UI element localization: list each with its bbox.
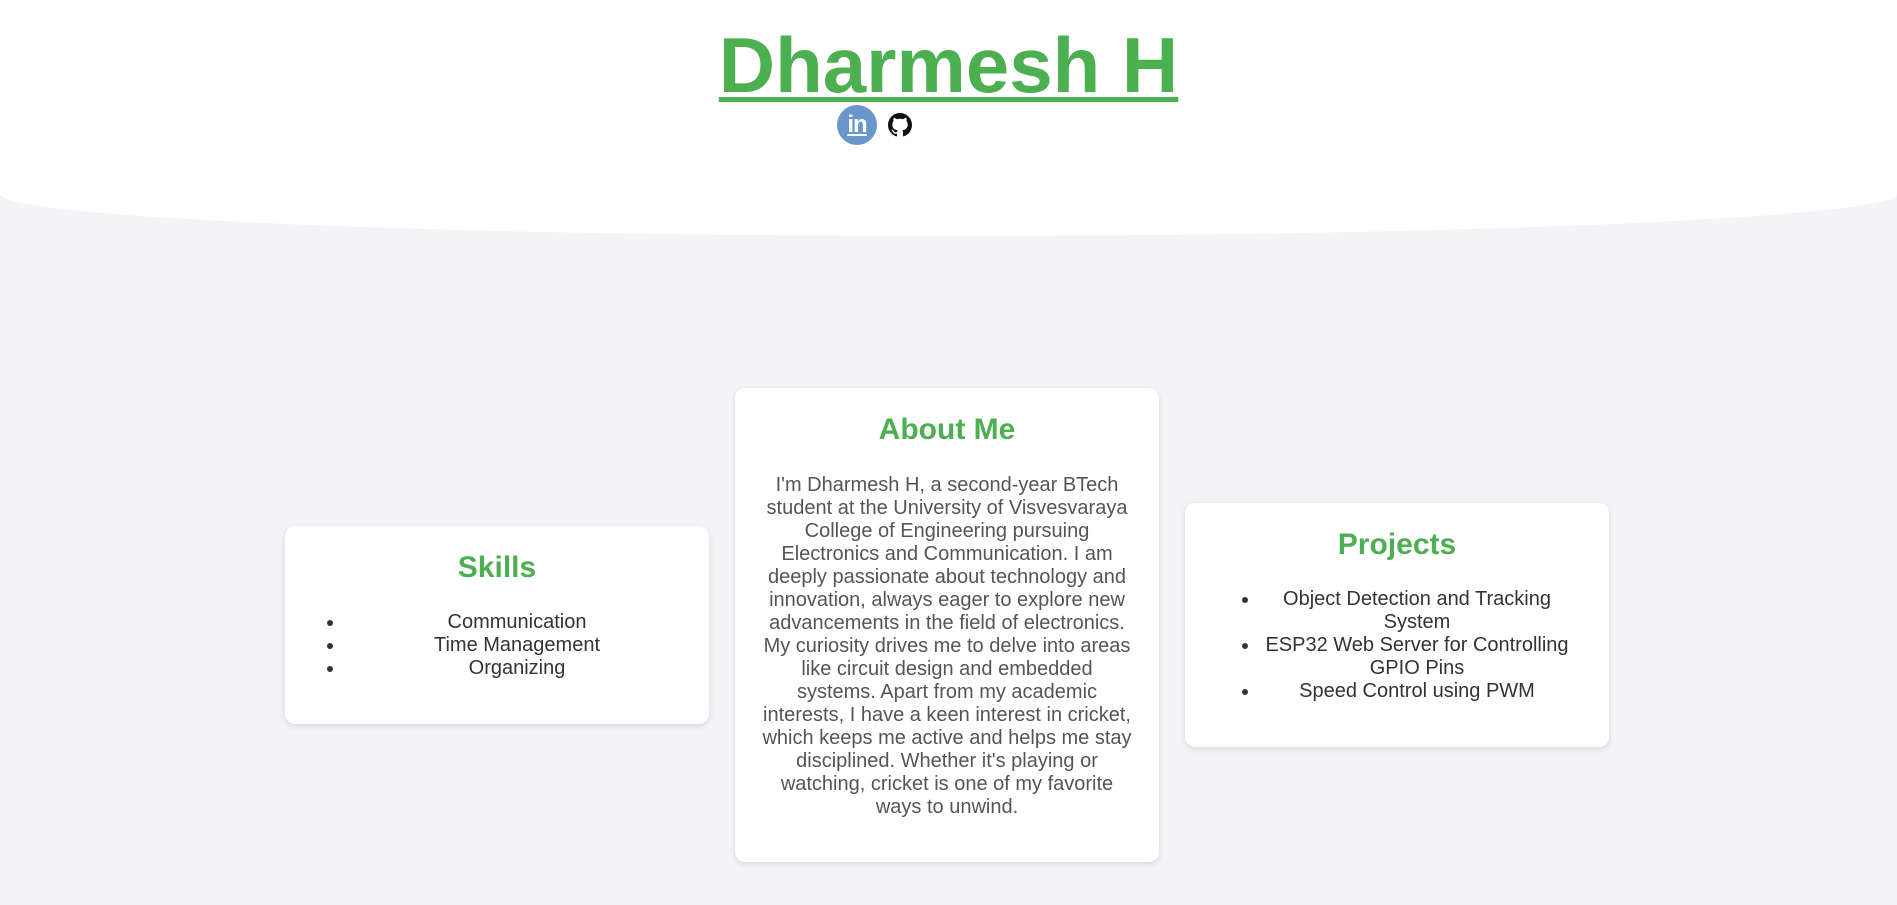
- github-icon[interactable]: [887, 112, 913, 138]
- about-text: I'm Dharmesh H, a second-year BTech stud…: [762, 474, 1132, 818]
- about-card: About Me I'm Dharmesh H, a second-year B…: [735, 388, 1159, 862]
- linkedin-icon[interactable]: in: [837, 105, 877, 145]
- list-item: Object Detection and Tracking System: [1260, 588, 1574, 634]
- projects-list: Object Detection and Tracking System ESP…: [1185, 588, 1609, 703]
- title-link[interactable]: Dharmesh H: [719, 21, 1178, 109]
- linkedin-label: in: [847, 111, 867, 138]
- social-links: in: [837, 105, 913, 145]
- about-heading: About Me: [878, 413, 1016, 446]
- skills-list: Communication Time Management Organizing: [285, 611, 709, 680]
- list-item: Time Management: [345, 634, 689, 657]
- skills-card: Skills Communication Time Management Org…: [285, 526, 709, 724]
- projects-heading: Projects: [1337, 528, 1457, 561]
- list-item: Speed Control using PWM: [1260, 680, 1574, 703]
- list-item: Organizing: [345, 657, 689, 680]
- list-item: Communication: [345, 611, 689, 634]
- header: Dharmesh H in: [0, 0, 1897, 236]
- page-title: Dharmesh H: [0, 20, 1897, 110]
- projects-card: Projects Object Detection and Tracking S…: [1185, 503, 1609, 747]
- skills-heading: Skills: [457, 551, 537, 584]
- list-item: ESP32 Web Server for Controlling GPIO Pi…: [1260, 634, 1574, 680]
